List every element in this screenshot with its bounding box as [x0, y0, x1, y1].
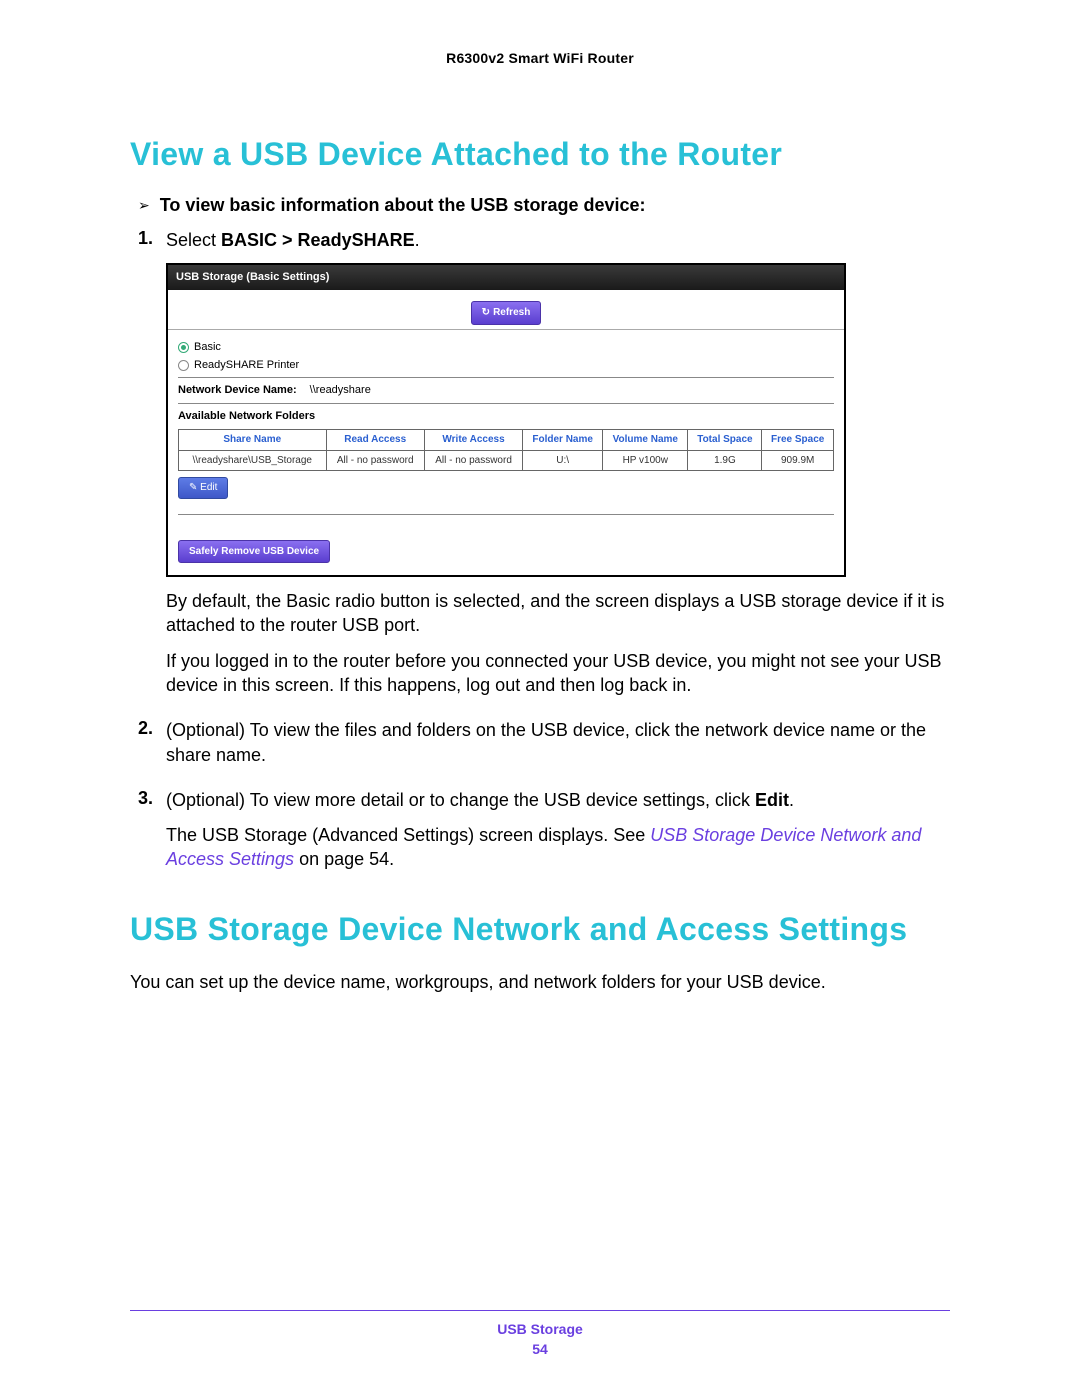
- radio-basic-label: Basic: [194, 340, 221, 355]
- radio-basic[interactable]: [178, 342, 189, 353]
- folders-table: Share Name Read Access Write Access Fold…: [178, 429, 834, 471]
- refresh-button[interactable]: ↻Refresh: [471, 301, 542, 325]
- available-folders-label: Available Network Folders: [178, 409, 834, 424]
- step-1-text: Select BASIC > ReadySHARE.: [166, 228, 950, 252]
- th-free-space: Free Space: [762, 430, 834, 451]
- step-1-paragraph-2: If you logged in to the router before yo…: [166, 649, 950, 698]
- table-row[interactable]: \\readyshare\USB_Storage All - no passwo…: [179, 450, 834, 471]
- safely-remove-button[interactable]: Safely Remove USB Device: [178, 540, 330, 564]
- network-device-value: \\readyshare: [310, 384, 371, 396]
- radio-readyshare-printer-label: ReadySHARE Printer: [194, 358, 299, 373]
- cell-total-space: 1.9G: [688, 450, 762, 471]
- heading-2-paragraph: You can set up the device name, workgrou…: [130, 970, 950, 994]
- footer-page-number: 54: [130, 1341, 950, 1357]
- pencil-icon: ✎: [189, 482, 200, 493]
- th-read-access: Read Access: [326, 430, 424, 451]
- refresh-icon: ↻: [482, 307, 490, 318]
- cell-write-access: All - no password: [424, 450, 522, 471]
- heading-2: USB Storage Device Network and Access Se…: [130, 911, 950, 948]
- step-1-paragraph-1: By default, the Basic radio button is se…: [166, 589, 950, 638]
- footer-section: USB Storage: [130, 1321, 950, 1337]
- procedure-intro: To view basic information about the USB …: [160, 195, 646, 216]
- edit-button[interactable]: ✎ Edit: [178, 477, 228, 499]
- step-number-2: 2.: [138, 718, 156, 778]
- th-write-access: Write Access: [424, 430, 522, 451]
- th-share-name: Share Name: [179, 430, 327, 451]
- page-footer: USB Storage 54: [130, 1310, 950, 1357]
- step-3-text: (Optional) To view more detail or to cha…: [166, 788, 950, 812]
- radio-readyshare-printer[interactable]: [178, 360, 189, 371]
- step-number-3: 3.: [138, 788, 156, 883]
- cell-volume-name: HP v100w: [603, 450, 688, 471]
- cell-folder-name: U:\: [523, 450, 603, 471]
- cell-read-access: All - no password: [326, 450, 424, 471]
- heading-1: View a USB Device Attached to the Router: [130, 136, 950, 173]
- cell-free-space: 909.9M: [762, 450, 834, 471]
- cell-share-name: \\readyshare\USB_Storage: [179, 450, 327, 471]
- doc-header: R6300v2 Smart WiFi Router: [130, 50, 950, 66]
- ui-screenshot: USB Storage (Basic Settings) ↻Refresh Ba…: [166, 263, 846, 577]
- step-3-paragraph-2: The USB Storage (Advanced Settings) scre…: [166, 823, 950, 872]
- arrow-icon: ➢: [138, 197, 150, 214]
- ui-titlebar: USB Storage (Basic Settings): [168, 265, 844, 290]
- th-folder-name: Folder Name: [523, 430, 603, 451]
- th-volume-name: Volume Name: [603, 430, 688, 451]
- step-number-1: 1.: [138, 228, 156, 708]
- th-total-space: Total Space: [688, 430, 762, 451]
- step-2-text: (Optional) To view the files and folders…: [166, 718, 950, 767]
- network-device-label: Network Device Name:: [178, 384, 297, 396]
